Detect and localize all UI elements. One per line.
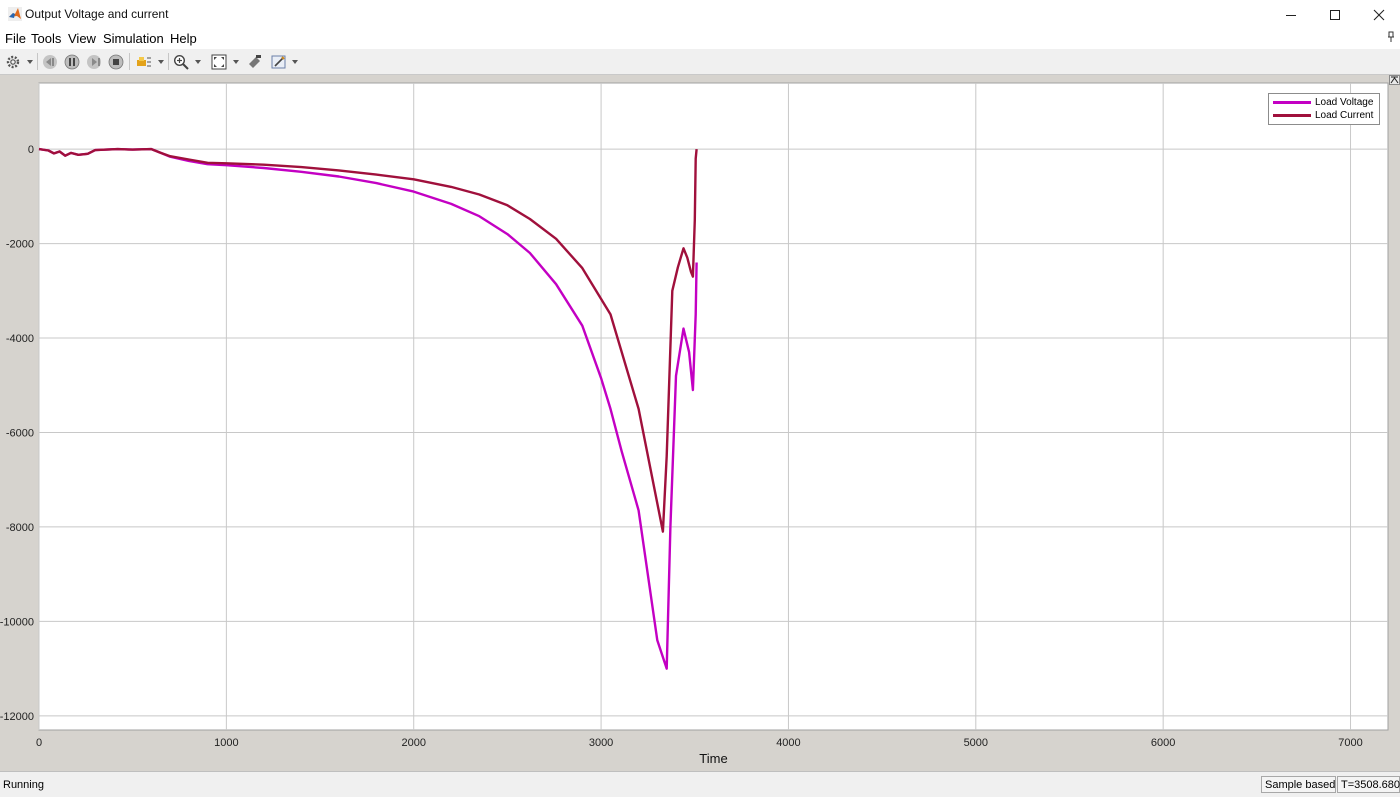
step-back-icon: [43, 55, 57, 69]
highlight-button[interactable]: [135, 53, 153, 71]
toolbar-divider: [129, 53, 130, 70]
toolbar-divider: [168, 53, 169, 70]
minimize-button[interactable]: [1268, 0, 1314, 29]
style-button[interactable]: [246, 53, 264, 71]
scope-chart[interactable]: 0 1000 2000 3000 4000 5000 6000 7000 0 -2000 -4000…: [0, 75, 1400, 771]
step-back-button[interactable]: [41, 53, 59, 71]
legend-entry-load-current: Load Current: [1273, 109, 1373, 122]
simulation-status: Running: [3, 779, 44, 791]
properties-dropdown[interactable]: [291, 53, 299, 71]
chevron-down-icon: [292, 60, 298, 64]
properties-icon: [271, 55, 286, 69]
pause-button[interactable]: [63, 53, 81, 71]
plot-background: [38, 82, 1389, 731]
chevron-down-icon: [233, 60, 239, 64]
settings-dropdown[interactable]: [26, 53, 34, 71]
menu-help[interactable]: Help: [170, 31, 197, 46]
menu-tools[interactable]: Tools: [31, 31, 61, 46]
legend-label: Load Voltage: [1315, 97, 1374, 108]
step-forward-icon: [87, 55, 101, 69]
close-button[interactable]: [1356, 0, 1400, 29]
step-forward-button[interactable]: [85, 53, 103, 71]
maximize-button[interactable]: [1312, 0, 1358, 29]
pin-icon[interactable]: [1386, 31, 1396, 43]
title-bar: Output Voltage and current: [0, 0, 1400, 30]
sim-time-readout: T=3508.680: [1337, 776, 1400, 793]
x-tick-label: 2000: [401, 737, 425, 749]
x-tick-label: 3000: [589, 737, 613, 749]
toolbar-divider: [37, 53, 38, 70]
chevron-down-icon: [27, 60, 33, 64]
y-tick-label: -12000: [0, 711, 34, 723]
y-tick-label: -4000: [6, 333, 34, 345]
toolbar: [0, 49, 1400, 75]
sample-mode-indicator: Sample based: [1261, 776, 1336, 793]
menu-view[interactable]: View: [68, 31, 96, 46]
style-icon: [249, 55, 261, 68]
menu-simulation[interactable]: Simulation: [103, 31, 164, 46]
status-bar: Running Sample based T=3508.680: [0, 771, 1400, 797]
chevron-down-icon: [195, 60, 201, 64]
y-tick-label: 0: [28, 144, 34, 156]
menu-file[interactable]: File: [5, 31, 26, 46]
chevron-down-icon: [158, 60, 164, 64]
stop-button[interactable]: [107, 53, 125, 71]
y-tick-label: -10000: [0, 616, 34, 628]
fit-to-view-icon: [211, 54, 227, 70]
x-tick-label: 1000: [214, 737, 238, 749]
x-axis-label: Time: [699, 751, 727, 766]
undock-button[interactable]: [1389, 75, 1400, 85]
window-title: Output Voltage and current: [25, 7, 169, 21]
highlight-dropdown[interactable]: [157, 53, 165, 71]
pause-icon: [64, 54, 80, 70]
fit-to-view-button[interactable]: [210, 53, 228, 71]
chart-legend: Load Voltage Load Current: [1268, 93, 1380, 125]
x-tick-label: 5000: [964, 737, 988, 749]
zoom-in-icon: [173, 54, 189, 70]
y-tick-label: -8000: [6, 522, 34, 534]
minimize-icon: [1286, 14, 1296, 16]
menu-bar: File Tools View Simulation Help: [0, 29, 1400, 49]
legend-swatch: [1273, 114, 1311, 117]
x-tick-label: 7000: [1338, 737, 1362, 749]
y-tick-label: -6000: [6, 427, 34, 439]
y-tick-label: -2000: [6, 239, 34, 251]
fit-dropdown[interactable]: [232, 53, 240, 71]
stop-icon: [108, 54, 124, 70]
zoom-in-button[interactable]: [172, 53, 190, 71]
legend-swatch: [1273, 101, 1311, 104]
legend-entry-load-voltage: Load Voltage: [1273, 96, 1373, 109]
x-tick-label: 4000: [776, 737, 800, 749]
scope-plot-panel: 0 1000 2000 3000 4000 5000 6000 7000 0 -2000 -4000…: [0, 75, 1400, 771]
x-tick-label: 0: [36, 737, 42, 749]
x-tick-label: 6000: [1151, 737, 1175, 749]
properties-button[interactable]: [270, 53, 288, 71]
zoom-dropdown[interactable]: [194, 53, 202, 71]
highlight-icon: [137, 57, 151, 67]
maximize-icon: [1330, 9, 1340, 20]
gear-icon: [6, 55, 20, 69]
expand-icon: [1390, 76, 1399, 84]
matlab-logo-icon: [8, 7, 22, 21]
settings-button[interactable]: [4, 53, 22, 71]
close-icon: [1373, 9, 1385, 20]
legend-label: Load Current: [1315, 110, 1374, 121]
